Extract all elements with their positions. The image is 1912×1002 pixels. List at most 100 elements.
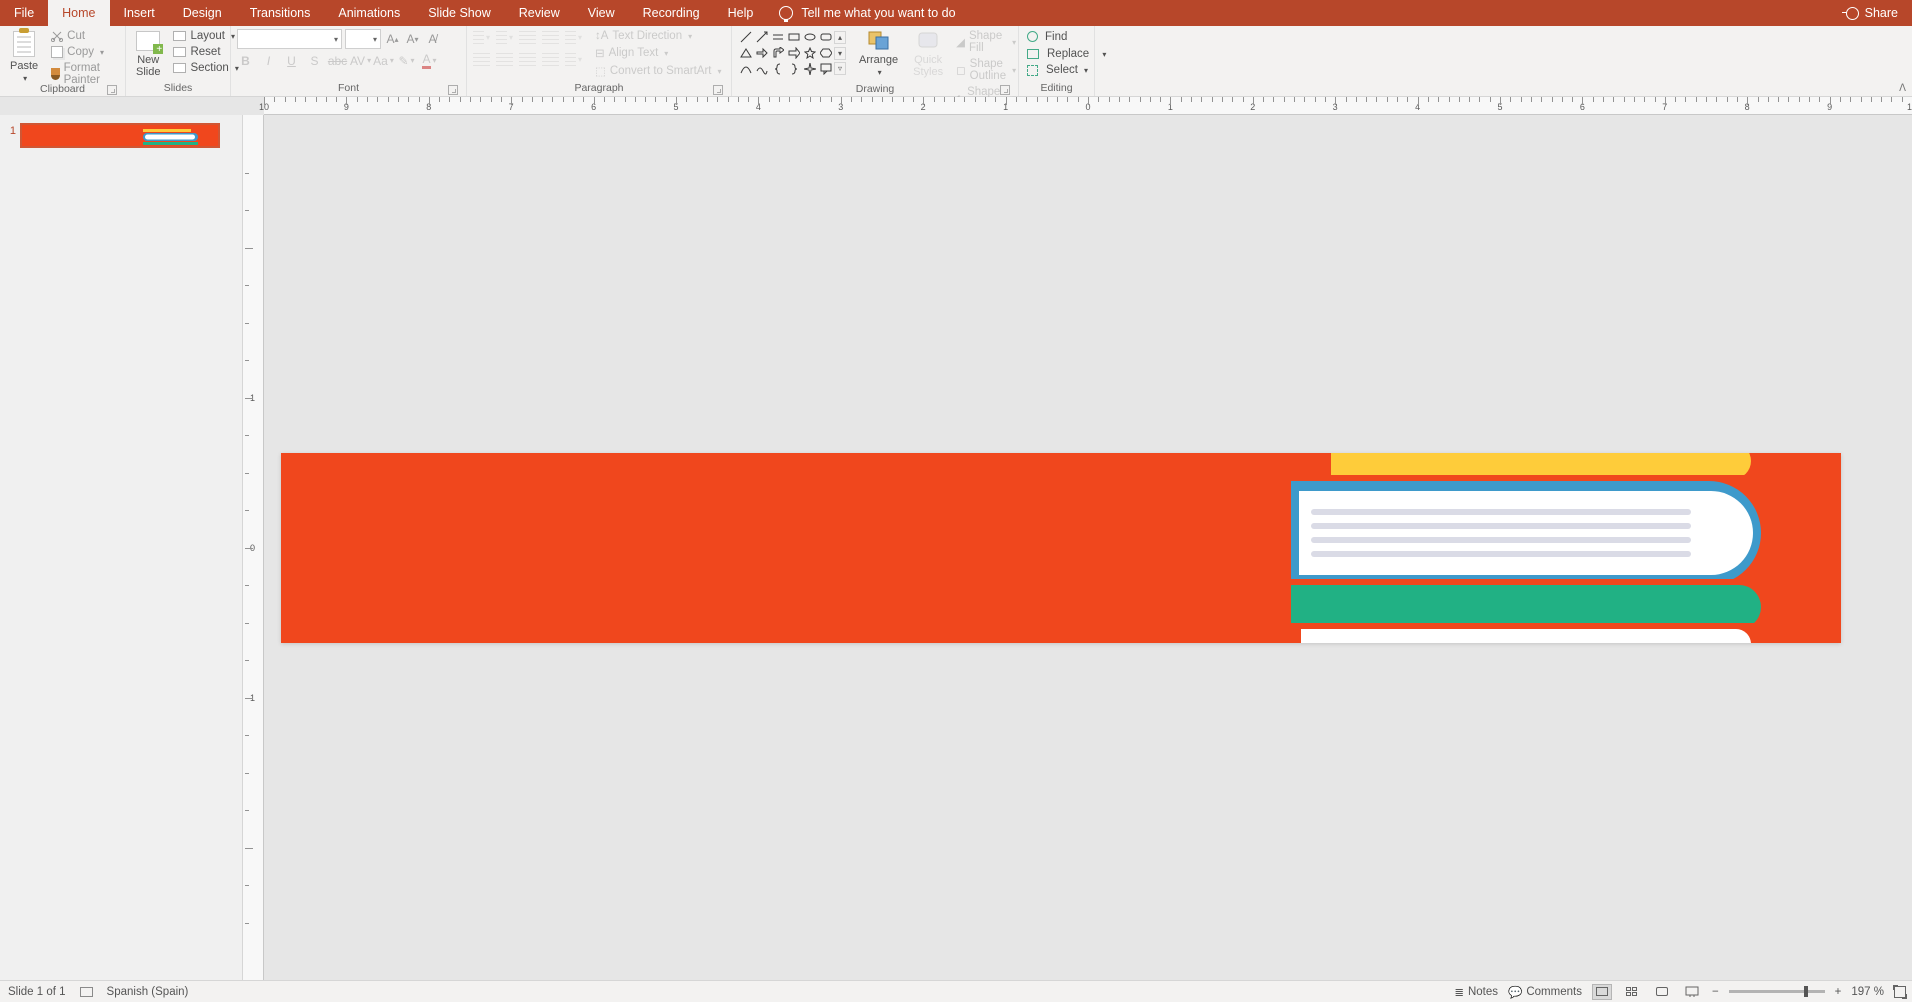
arrange-button[interactable]: Arrange▾ [855,29,902,79]
select-button[interactable]: Select▾ [1025,63,1108,77]
slide-counter[interactable]: Slide 1 of 1 [8,986,66,998]
fit-to-window-button[interactable] [1894,986,1906,998]
tab-insert[interactable]: Insert [110,0,169,26]
highlighter-icon: ✎ [398,54,408,68]
text-direction-button[interactable]: ↕A Text Direction▾ [593,29,724,43]
tab-design[interactable]: Design [169,0,236,26]
shape-fill-button[interactable]: ◢ Shape Fill▾ [954,29,1018,55]
find-button[interactable]: Find [1025,29,1108,45]
font-size-combo[interactable]: ▾ [345,29,381,49]
increase-indent-button[interactable] [542,29,559,46]
replace-button[interactable]: Replace ▾ [1025,47,1108,61]
comments-button[interactable]: 💬 Comments [1508,985,1582,999]
tabs-spacer [968,0,1832,26]
slide-sorter-view-button[interactable] [1622,984,1642,1000]
clear-formatting-button[interactable]: A̸ [424,31,441,48]
zoom-out-button[interactable]: − [1712,986,1719,998]
tab-home[interactable]: Home [48,0,109,26]
tell-me-search[interactable]: Tell me what you want to do [767,0,967,26]
change-case-button[interactable]: Aa▾ [375,52,392,69]
scissors-icon [51,30,63,42]
drawing-dialog-launcher[interactable] [1000,85,1010,95]
character-spacing-button[interactable]: AV▾ [352,52,369,69]
tab-view[interactable]: View [574,0,629,26]
line-spacing-icon [565,31,576,45]
group-drawing: ▴ ▾ ▿ Arrange▾ Quick Styles ◢ Shape Fill… [732,26,1019,96]
tab-file[interactable]: File [0,0,48,26]
slide-canvas-viewport[interactable] [264,115,1912,980]
tab-review[interactable]: Review [505,0,574,26]
tab-transitions[interactable]: Transitions [236,0,325,26]
thumbnail-row[interactable]: 1 [0,119,242,152]
decrease-indent-button[interactable] [519,29,536,46]
font-name-combo[interactable]: ▾ [237,29,342,49]
columns-icon [565,53,576,67]
workarea: 101 [243,115,1912,980]
slide-thumbnail-1[interactable] [20,123,220,148]
group-paragraph: ▾ ▾ ▾ ▾ ↕A Text Direction▾ [467,26,732,96]
align-right-button[interactable] [519,51,536,68]
shapes-gallery-more[interactable]: ▴ ▾ ▿ [834,29,848,77]
columns-button[interactable]: ▾ [565,51,582,68]
align-left-button[interactable] [473,51,490,68]
shape-triangle-icon [739,46,754,61]
slideshow-view-button[interactable] [1682,984,1702,1000]
new-slide-button[interactable]: New Slide [132,29,164,78]
slide-thumbnail-panel[interactable]: 1 [0,115,243,980]
smartart-icon: ⬚ [595,64,606,78]
tab-recording[interactable]: Recording [629,0,714,26]
horizontal-ruler[interactable]: 10987654321012345678910 [264,97,1912,115]
underline-button[interactable]: U [283,52,300,69]
copy-button[interactable]: Copy ▾ [49,45,119,59]
bullets-button[interactable]: ▾ [473,29,490,46]
zoom-level[interactable]: 197 % [1851,986,1884,998]
arrange-label: Arrange [859,54,898,66]
tab-animations[interactable]: Animations [324,0,414,26]
chevron-down-icon: ▾ [334,35,338,44]
numbering-button[interactable]: ▾ [496,29,513,46]
tab-help[interactable]: Help [714,0,768,26]
justify-button[interactable] [542,51,559,68]
increase-font-size-button[interactable]: A▴ [384,31,401,48]
collapse-ribbon-button[interactable]: ᐱ [1899,83,1906,94]
shape-outline-button[interactable]: ◻ Shape Outline▾ [954,57,1018,83]
strikethrough-button[interactable]: abc [329,52,346,69]
shadow-button[interactable]: S [306,52,323,69]
align-center-button[interactable] [496,51,513,68]
spellcheck-icon[interactable] [80,987,93,997]
convert-smartart-button[interactable]: ⬚ Convert to SmartArt▾ [593,63,724,79]
find-icon [1027,30,1041,44]
line-spacing-button[interactable]: ▾ [565,29,582,46]
highlight-button[interactable]: ✎▾ [398,52,415,69]
italic-button[interactable]: I [260,52,277,69]
normal-view-button[interactable] [1592,984,1612,1000]
chevron-down-icon: ▾ [373,35,377,44]
decrease-font-size-button[interactable]: A▾ [404,31,421,48]
editing-group-label: Editing [1040,82,1072,94]
reading-view-button[interactable] [1652,984,1672,1000]
paste-button[interactable]: Paste▾ [6,29,42,85]
align-text-button[interactable]: ⊟ Align Text▾ [593,45,724,61]
share-button[interactable]: Share [1832,0,1912,26]
vertical-ruler[interactable]: 101 [243,115,264,980]
zoom-in-button[interactable]: + [1835,986,1842,998]
paragraph-dialog-launcher[interactable] [713,85,723,95]
font-dialog-launcher[interactable] [448,85,458,95]
zoom-slider[interactable] [1729,990,1825,993]
bold-button[interactable]: B [237,52,254,69]
shape-line-arrow-icon [755,30,770,45]
text-direction-icon: ↕A [595,30,608,42]
tab-slideshow[interactable]: Slide Show [414,0,505,26]
section-icon [173,63,186,73]
clipboard-dialog-launcher[interactable] [107,85,117,95]
notes-button[interactable]: ≣ Notes [1454,985,1498,999]
shapes-gallery[interactable] [738,29,834,77]
language-status[interactable]: Spanish (Spain) [107,986,189,998]
quick-styles-button[interactable]: Quick Styles [909,29,947,78]
font-group-label: Font [338,82,359,94]
paste-label: Paste [10,60,38,72]
slide-canvas[interactable] [281,453,1841,643]
font-color-button[interactable]: A▾ [421,52,438,69]
zoom-slider-thumb[interactable] [1804,986,1808,997]
cut-button[interactable]: Cut [49,29,119,43]
